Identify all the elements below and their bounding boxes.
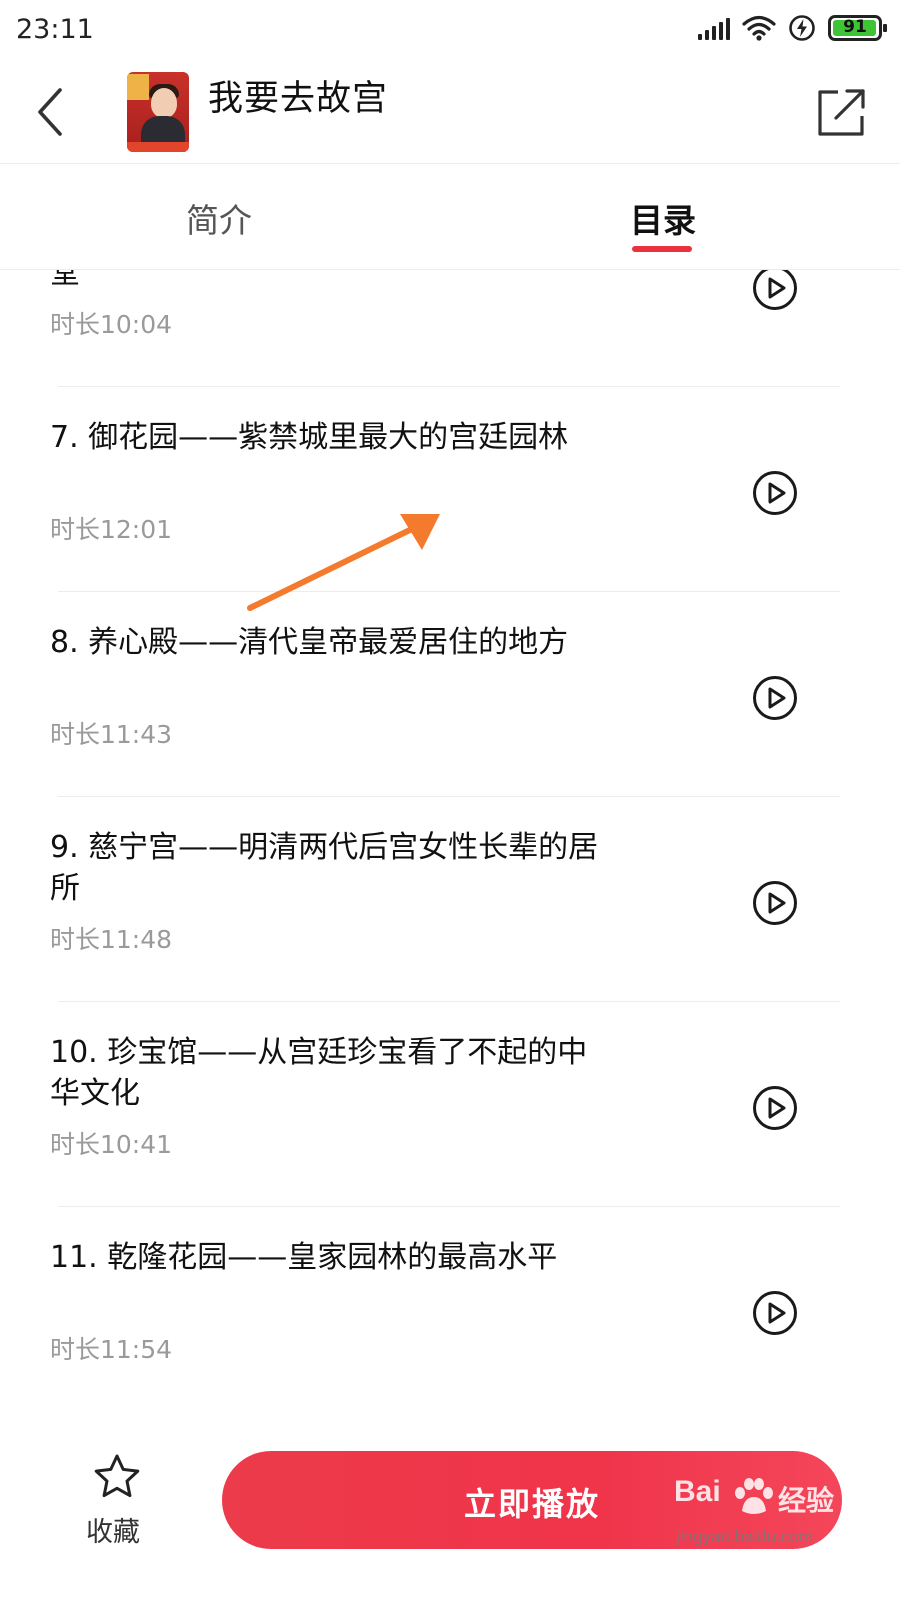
favorite-label: 收藏: [86, 1517, 140, 1548]
chevron-left-icon: [38, 88, 62, 136]
status-bar: 23:11 91: [0, 0, 900, 62]
active-tab-indicator: [632, 246, 692, 252]
play-button[interactable]: [752, 1085, 798, 1131]
tab-bar: 简介 目录: [0, 164, 900, 270]
play-now-button[interactable]: 立即播放: [222, 1451, 842, 1549]
signal-icon: [698, 16, 730, 40]
tab-catalog[interactable]: 目录: [630, 194, 696, 242]
episode-list-viewport[interactable]: 6. 文华殿和坤宁宫——中轴线上女性的殿堂 时长10:04 7. 御花园——紫禁…: [0, 270, 900, 1440]
play-circle-icon: [753, 270, 797, 310]
list-item[interactable]: 7. 御花园——紫禁城里最大的宫廷园林 时长12:01: [0, 387, 900, 592]
play-button[interactable]: [752, 270, 798, 311]
play-button[interactable]: [752, 1290, 798, 1336]
episode-title: 11. 乾隆花园——皇家园林的最高水平: [50, 1240, 558, 1275]
episode-duration: 时长11:54: [50, 1335, 173, 1364]
header: 我要去故宫: [0, 62, 900, 164]
play-circle-icon: [753, 471, 797, 515]
play-button[interactable]: [752, 880, 798, 926]
play-circle-icon: [753, 881, 797, 925]
episode-duration: 时长11:43: [50, 720, 173, 749]
episode-title: 7. 御花园——紫禁城里最大的宫廷园林: [50, 420, 569, 455]
episode-duration: 时长12:01: [50, 515, 173, 544]
play-circle-icon: [753, 1291, 797, 1335]
star-icon: [94, 1454, 140, 1498]
tab-intro[interactable]: 简介: [186, 194, 252, 242]
bottom-action-bar: 收藏 立即播放: [0, 1440, 900, 1600]
list-item[interactable]: 6. 文华殿和坤宁宫——中轴线上女性的殿堂 时长10:04: [0, 270, 900, 387]
play-circle-icon: [753, 676, 797, 720]
status-time: 23:11: [16, 14, 94, 45]
battery-level-text: 91: [843, 17, 867, 37]
episode-duration: 时长11:48: [50, 925, 173, 954]
cover-thumbnail[interactable]: [127, 72, 189, 152]
episode-title: 9. 慈宁宫——明清两代后宫女性长辈的居所: [50, 830, 599, 906]
play-button[interactable]: [752, 470, 798, 516]
status-icons: 91: [698, 14, 887, 42]
battery-icon: 91: [828, 15, 887, 41]
page-title: 我要去故宫: [208, 79, 389, 119]
play-button[interactable]: [752, 675, 798, 721]
back-button[interactable]: [26, 82, 76, 142]
episode-duration: 时长10:41: [50, 1130, 173, 1159]
favorite-button[interactable]: 收藏: [78, 1452, 158, 1552]
episode-title: 6. 文华殿和坤宁宫——中轴线上女性的殿堂: [50, 270, 80, 291]
share-icon: [818, 89, 865, 136]
episode-duration: 时长10:04: [50, 310, 173, 339]
list-item[interactable]: 11. 乾隆花园——皇家园林的最高水平 时长11:54: [0, 1207, 900, 1412]
play-now-label: 立即播放: [463, 1485, 600, 1523]
list-item[interactable]: 9. 慈宁宫——明清两代后宫女性长辈的居所 时长11:48: [0, 797, 900, 1002]
list-item[interactable]: 8. 养心殿——清代皇帝最爱居住的地方 时长11:43: [0, 592, 900, 797]
list-item[interactable]: 10. 珍宝馆——从宫廷珍宝看了不起的中华文化 时长10:41: [0, 1002, 900, 1207]
episode-list: 6. 文华殿和坤宁宫——中轴线上女性的殿堂 时长10:04 7. 御花园——紫禁…: [0, 270, 900, 1412]
episode-title: 10. 珍宝馆——从宫廷珍宝看了不起的中华文化: [50, 1035, 588, 1111]
play-circle-icon: [753, 1086, 797, 1130]
episode-title: 8. 养心殿——清代皇帝最爱居住的地方: [50, 625, 569, 660]
charging-icon: [789, 15, 815, 41]
share-button[interactable]: [814, 84, 870, 140]
wifi-icon: [742, 15, 776, 41]
